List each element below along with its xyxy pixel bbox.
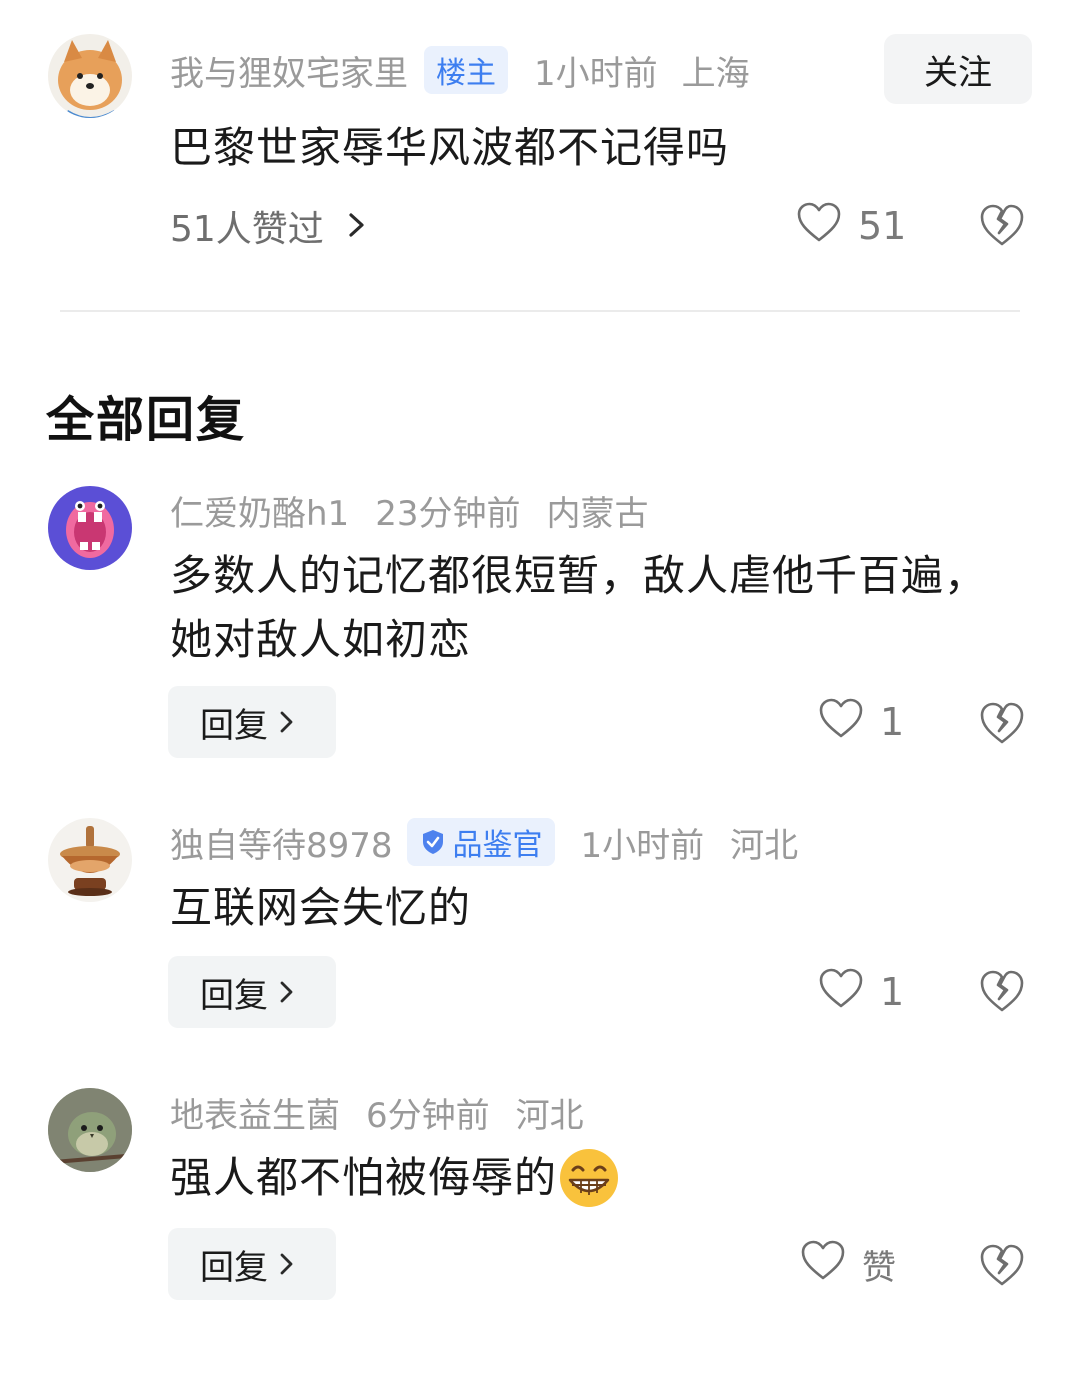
chevron-right-icon [276, 1244, 298, 1284]
reply-text-row: 强人都不怕被侮辱的 [170, 1146, 1010, 1210]
broken-heart-icon [978, 968, 1026, 1014]
broken-heart-icon [978, 700, 1026, 746]
likers-text: 51人赞过 [170, 209, 324, 250]
reply-button-label: 回复 [200, 975, 268, 1016]
likers-link[interactable]: 51人赞过 [170, 198, 368, 254]
reply-like-count: 1 [880, 700, 905, 744]
verified-check-icon [419, 828, 447, 856]
reply-dislike-button[interactable] [978, 1242, 1026, 1288]
broken-heart-icon [978, 1242, 1026, 1288]
reply-time: 1小时前 [580, 825, 705, 866]
reply-button-label: 回复 [200, 1247, 268, 1288]
reply-like-label: 赞 [862, 1247, 896, 1288]
heart-icon [818, 697, 864, 748]
reply-like-button[interactable]: 1 [818, 692, 904, 752]
reply-meta: 仁爱奶酪h1 23分钟前 内蒙古 [170, 484, 648, 536]
broken-heart-icon [978, 202, 1026, 248]
taster-badge-label: 品鉴官 [452, 828, 543, 863]
reply-text: 互联网会失忆的 [170, 883, 472, 932]
reply-button[interactable]: 回复 [168, 686, 336, 758]
reply-dislike-button[interactable] [978, 700, 1026, 746]
owner-badge: 楼主 [424, 46, 508, 94]
avatar-mouth[interactable] [48, 486, 132, 570]
reply-button[interactable]: 回复 [168, 956, 336, 1028]
avatar-hotpot[interactable] [48, 818, 132, 902]
reply-text: 多数人的记忆都很短暂，敌人虐他千百遍，她对敌人如初恋 [170, 551, 988, 664]
reply-button-label: 回复 [200, 705, 268, 746]
post-like-count: 51 [858, 204, 907, 248]
reply-button[interactable]: 回复 [168, 1228, 336, 1300]
chevron-right-icon [276, 702, 298, 742]
heart-icon [818, 967, 864, 1018]
reply-time: 6分钟前 [366, 1095, 490, 1136]
heart-icon [796, 201, 842, 252]
reply-meta: 独自等待8978 品鉴官 1小时前 河北 [170, 816, 798, 868]
taster-badge: 品鉴官 [406, 818, 555, 866]
post-meta: 我与狸奴宅家里 楼主 1小时前 上海 [170, 44, 750, 96]
reply-like-button[interactable]: 1 [818, 962, 904, 1022]
chevron-right-icon [346, 206, 368, 247]
reply-text: 强人都不怕被侮辱的 [170, 1153, 558, 1202]
reply-like-count: 1 [880, 970, 905, 1014]
reply-time: 23分钟前 [375, 493, 521, 534]
reply-meta: 地表益生菌 6分钟前 河北 [170, 1086, 584, 1138]
post-like-button[interactable]: 51 [796, 196, 906, 256]
reply-username[interactable]: 独自等待8978 [170, 818, 393, 867]
reply-location: 河北 [515, 1095, 584, 1136]
reply-location: 内蒙古 [546, 493, 649, 534]
post-username[interactable]: 我与狸奴宅家里 [170, 46, 408, 95]
reply-location: 河北 [730, 825, 799, 866]
avatar-shiba[interactable] [48, 34, 132, 118]
post-text: 巴黎世家辱华风波都不记得吗 [170, 123, 730, 172]
reply-username[interactable]: 仁爱奶酪h1 [170, 486, 349, 535]
post-time: 1小时前 [534, 53, 658, 94]
divider [60, 310, 1020, 312]
section-title: 全部回复 [46, 392, 247, 448]
avatar-bird[interactable] [48, 1088, 132, 1172]
reply-username[interactable]: 地表益生菌 [170, 1088, 340, 1137]
reply-dislike-button[interactable] [978, 968, 1026, 1014]
heart-icon [800, 1239, 846, 1290]
reply-like-button[interactable]: 赞 [800, 1234, 896, 1294]
post-location: 上海 [681, 53, 750, 94]
chevron-right-icon [276, 972, 298, 1012]
post-dislike-button[interactable] [978, 202, 1026, 248]
grinning-face-icon [557, 1146, 621, 1210]
follow-button[interactable]: 关注 [884, 34, 1032, 104]
